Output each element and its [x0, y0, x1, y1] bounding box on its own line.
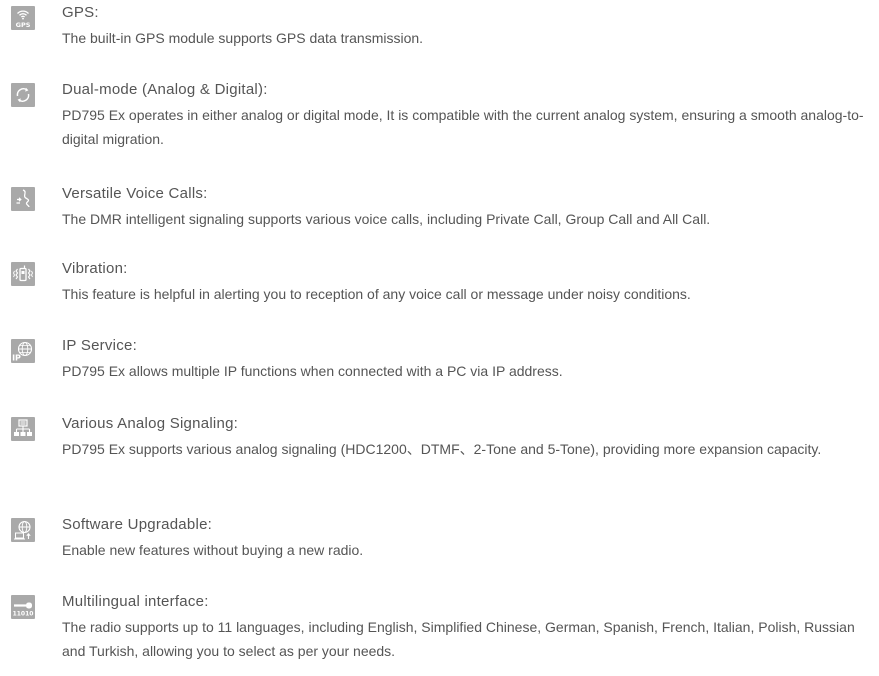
feature-text: Dual-mode (Analog & Digital): PD795 Ex o… [62, 79, 877, 151]
feature-text: IP Service: PD795 Ex allows multiple IP … [62, 335, 877, 383]
feature-description: The radio supports up to 11 languages, i… [62, 619, 855, 659]
svg-text:GPS: GPS [16, 21, 31, 29]
feature-text: Multilingual interface: The radio suppor… [62, 591, 877, 663]
svg-text:IP: IP [12, 354, 21, 363]
feature-text: Various Analog Signaling: PD795 Ex suppo… [62, 413, 877, 461]
feature-text: Versatile Voice Calls: The DMR intellige… [62, 183, 877, 231]
feature-title: Multilingual interface: [62, 593, 209, 610]
multilingual-icon: 11010 [11, 595, 35, 619]
feature-description: PD795 Ex operates in either analog or di… [62, 107, 864, 147]
feature-title: IP Service: [62, 337, 138, 354]
analog-signaling-icon [11, 417, 35, 441]
feature-title: Dual-mode (Analog & Digital): [62, 81, 268, 98]
feature-title: GPS: [62, 4, 99, 21]
feature-description: Enable new features without buying a new… [62, 542, 364, 558]
feature-description: PD795 Ex allows multiple IP functions wh… [62, 363, 563, 379]
feature-title: Various Analog Signaling: [62, 415, 239, 432]
ip-service-icon: IP [11, 339, 35, 363]
feature-text: Vibration: This feature is helpful in al… [62, 258, 877, 306]
feature-description: The built-in GPS module supports GPS dat… [62, 30, 424, 46]
feature-description: PD795 Ex supports various analog signali… [62, 441, 822, 457]
feature-title: Vibration: [62, 260, 128, 277]
gps-icon: GPS [11, 6, 35, 30]
feature-text: Software Upgradable: Enable new features… [62, 514, 877, 562]
feature-title: Software Upgradable: [62, 516, 213, 533]
feature-title: Versatile Voice Calls: [62, 185, 208, 202]
dual-mode-icon [11, 83, 35, 107]
svg-text:11010: 11010 [13, 611, 34, 618]
voice-call-icon [11, 187, 35, 211]
feature-text: GPS: The built-in GPS module supports GP… [62, 2, 877, 50]
software-upgrade-icon [11, 518, 35, 542]
feature-description: This feature is helpful in alerting you … [62, 286, 691, 302]
vibration-icon [11, 262, 35, 286]
feature-description: The DMR intelligent signaling supports v… [62, 211, 711, 227]
